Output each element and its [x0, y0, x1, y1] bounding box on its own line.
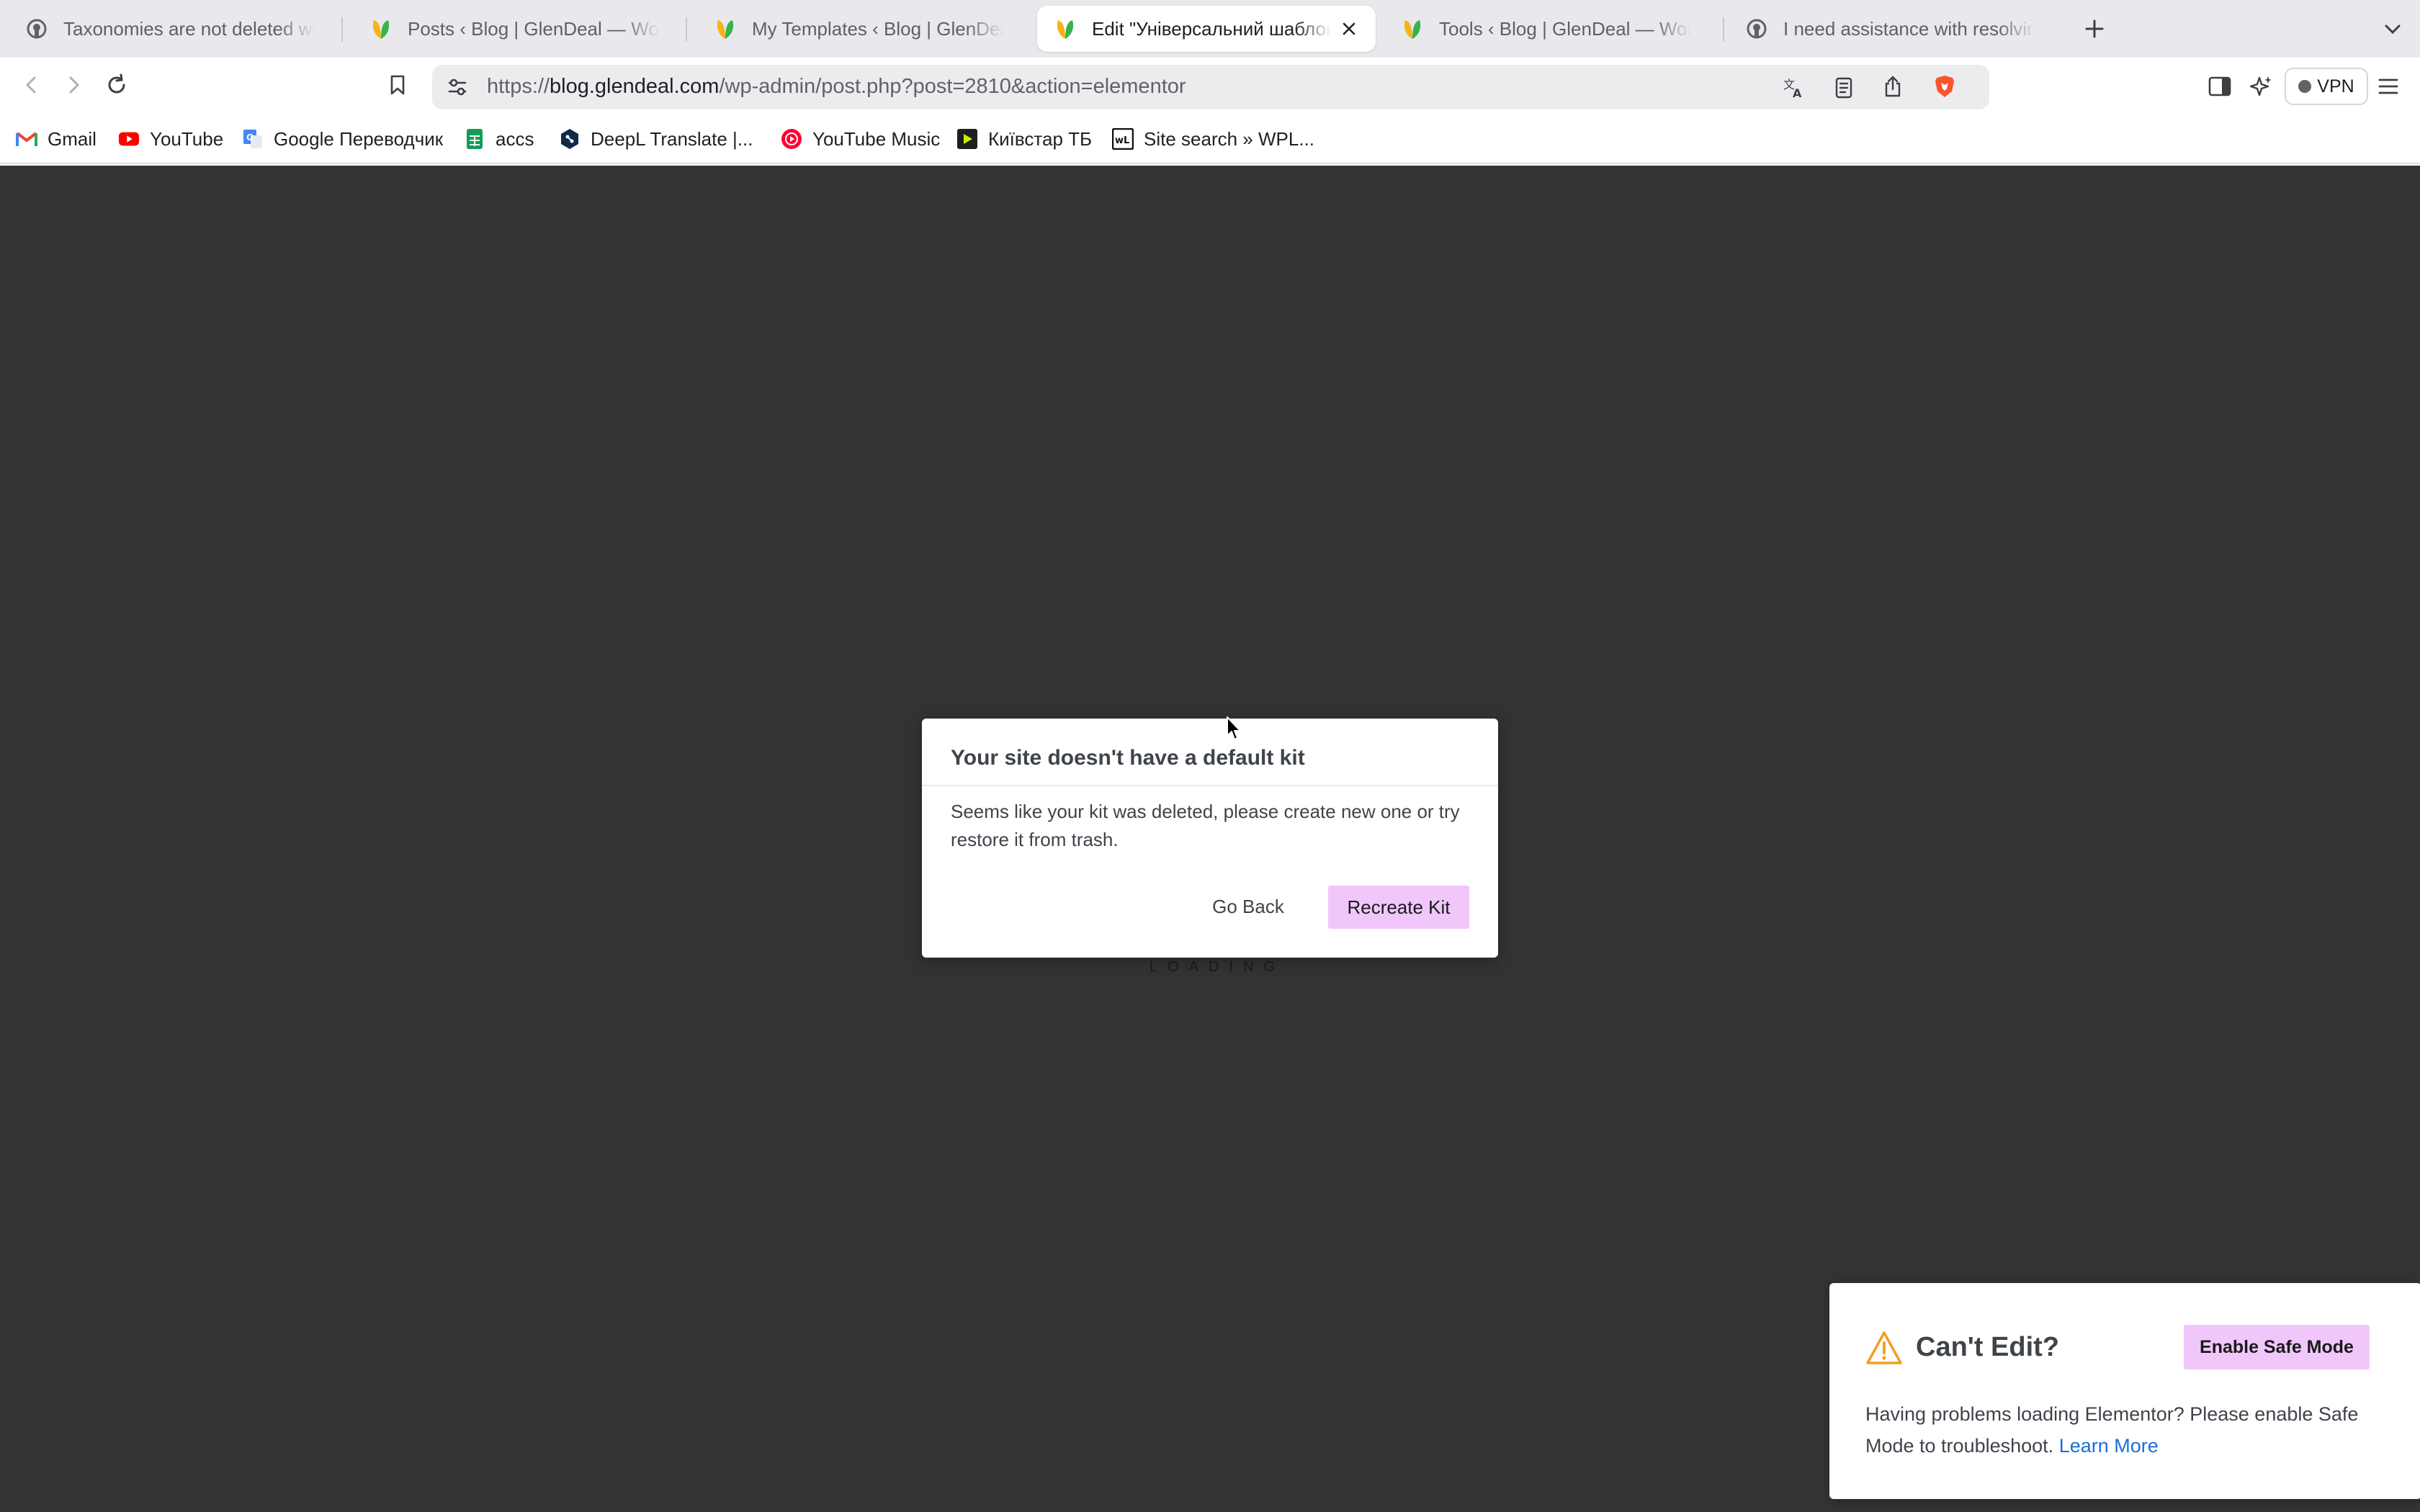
brave-shields-icon[interactable] — [1930, 72, 1959, 101]
kyivstar-icon — [956, 128, 978, 150]
sidebar-toggle-button[interactable] — [2201, 68, 2238, 105]
tab-posts[interactable]: Posts ‹ Blog | GlenDeal — WordPr — [353, 6, 676, 52]
github-icon — [24, 17, 49, 41]
tab-title: Edit "Універсальний шаблон — [1092, 17, 1331, 40]
tab-title: Posts ‹ Blog | GlenDeal — WordPr — [408, 17, 660, 40]
address-bar[interactable]: https://blog.glendeal.com/wp-admin/post.… — [432, 65, 1989, 109]
tab-my-templates[interactable]: My Templates ‹ Blog | GlenDeal — — [697, 6, 1020, 52]
svg-text:G: G — [246, 132, 254, 143]
url-scheme: https:// — [487, 75, 550, 98]
new-tab-button[interactable] — [2076, 10, 2113, 48]
plus-icon — [2085, 19, 2104, 38]
sheets-icon — [464, 128, 485, 150]
sidebar-icon — [2208, 76, 2231, 96]
bookmark-icon — [390, 75, 405, 95]
translate-icon[interactable]: 文A — [1779, 73, 1808, 102]
tab-tools[interactable]: Tools ‹ Blog | GlenDeal — WordPr — [1384, 6, 1707, 52]
reload-button[interactable] — [98, 66, 135, 104]
dialog-title: Your site doesn't have a default kit — [951, 746, 1305, 770]
tab-title: I need assistance with resolving i — [1783, 17, 2035, 40]
bookmark-label: YouTube — [150, 127, 224, 150]
learn-more-link[interactable]: Learn More — [2059, 1435, 2159, 1457]
menu-button[interactable] — [2370, 68, 2407, 105]
tab-separator — [1723, 17, 1724, 42]
url-text[interactable]: https://blog.glendeal.com/wp-admin/post.… — [487, 75, 1186, 99]
tab-list-button[interactable] — [2374, 10, 2411, 48]
glendeal-leaf-icon — [1400, 17, 1425, 41]
google-translate-icon: G — [242, 128, 264, 150]
svg-text:A: A — [1793, 86, 1802, 99]
tab-title: My Templates ‹ Blog | GlenDeal — — [752, 17, 1004, 40]
safe-mode-notice: Can't Edit? Enable Safe Mode Having prob… — [1829, 1283, 2420, 1499]
tab-separator — [341, 17, 343, 42]
glendeal-leaf-icon — [713, 17, 738, 41]
bookmark-label: DeepL Translate |... — [591, 127, 753, 150]
tab-edit-active[interactable]: Edit "Універсальний шаблон — [1037, 6, 1376, 52]
tab-strip: Taxonomies are not deleted with t Posts … — [0, 0, 2420, 58]
wpl-icon: wL — [1112, 128, 1134, 150]
arrow-right-icon — [69, 76, 80, 94]
warning-icon — [1865, 1331, 1903, 1365]
site-settings-icon[interactable] — [444, 73, 471, 101]
tab-taxonomies[interactable]: Taxonomies are not deleted with t — [9, 6, 331, 52]
enable-safe-mode-button[interactable]: Enable Safe Mode — [2184, 1325, 2370, 1369]
bookmark-label: Site search » WPL... — [1144, 127, 1314, 150]
recreate-kit-button[interactable]: Recreate Kit — [1328, 886, 1469, 929]
svg-text:wL: wL — [1115, 135, 1129, 146]
bookmark-accs[interactable]: accs — [464, 125, 534, 153]
youtube-icon — [118, 128, 140, 150]
bookmark-label: YouTube Music — [812, 127, 941, 150]
chevron-down-icon — [2385, 24, 2401, 35]
bookmark-youtube[interactable]: YouTube — [118, 125, 223, 153]
share-icon[interactable] — [1878, 72, 1907, 101]
go-back-button[interactable]: Go Back — [1197, 883, 1299, 930]
gmail-icon — [16, 128, 37, 150]
youtube-music-icon — [781, 128, 802, 150]
browser-chrome: Taxonomies are not deleted with t Posts … — [0, 0, 2420, 166]
bookmark-label: Google Переводчик — [274, 127, 444, 150]
bookmark-label: accs — [496, 127, 534, 150]
bookmark-gmail[interactable]: Gmail — [16, 125, 97, 153]
safe-mode-message: Having problems loading Elementor? Pleas… — [1865, 1398, 2384, 1462]
vpn-button[interactable]: VPN — [2285, 68, 2368, 105]
bookmark-google-translate[interactable]: G Google Переводчик — [242, 125, 443, 153]
dialog-header: Your site doesn't have a default kit — [922, 719, 1498, 786]
safe-mode-title: Can't Edit? — [1916, 1332, 2060, 1362]
reload-icon — [108, 73, 125, 94]
github-icon — [1744, 17, 1769, 41]
vpn-status-icon — [2298, 80, 2312, 93]
loading-indicator-text: LOADING — [1150, 959, 1286, 975]
mouse-cursor-icon — [1227, 716, 1241, 740]
url-path: /wp-admin/post.php?post=2810&action=elem… — [719, 75, 1186, 98]
bookmark-site-search[interactable]: wL Site search » WPL... — [1112, 125, 1314, 153]
bookmark-deepl[interactable]: DeepL Translate |... — [559, 125, 753, 153]
url-host: blog.glendeal.com — [550, 75, 720, 98]
deepl-icon — [559, 128, 581, 150]
tab-assistance[interactable]: I need assistance with resolving i — [1729, 6, 2051, 52]
bookmark-button[interactable] — [379, 66, 416, 104]
vpn-label: VPN — [2317, 76, 2354, 96]
back-button[interactable] — [13, 66, 50, 104]
tab-separator — [686, 17, 687, 42]
bookmarks-bar: Gmail YouTube G Google Переводчик accs D… — [0, 114, 2420, 164]
bookmark-label: Київстар ТБ — [988, 127, 1093, 150]
leo-ai-button[interactable] — [2243, 68, 2280, 105]
bookmark-kyivstar[interactable]: Київстар ТБ — [956, 125, 1092, 153]
forward-button[interactable] — [55, 66, 92, 104]
tab-title: Tools ‹ Blog | GlenDeal — WordPr — [1439, 17, 1691, 40]
tab-title: Taxonomies are not deleted with t — [63, 17, 315, 40]
close-tab-icon[interactable] — [1338, 18, 1360, 40]
sparkle-icon — [2250, 76, 2272, 96]
bookmark-youtube-music[interactable]: YouTube Music — [781, 125, 940, 153]
hamburger-icon — [2378, 78, 2398, 94]
bookmark-label: Gmail — [48, 127, 97, 150]
arrow-left-icon — [25, 76, 36, 94]
glendeal-leaf-icon — [1053, 17, 1077, 41]
dialog-message: Seems like your kit was deleted, please … — [951, 801, 1460, 850]
reader-mode-icon[interactable] — [1829, 73, 1858, 102]
glendeal-leaf-icon — [369, 17, 393, 41]
